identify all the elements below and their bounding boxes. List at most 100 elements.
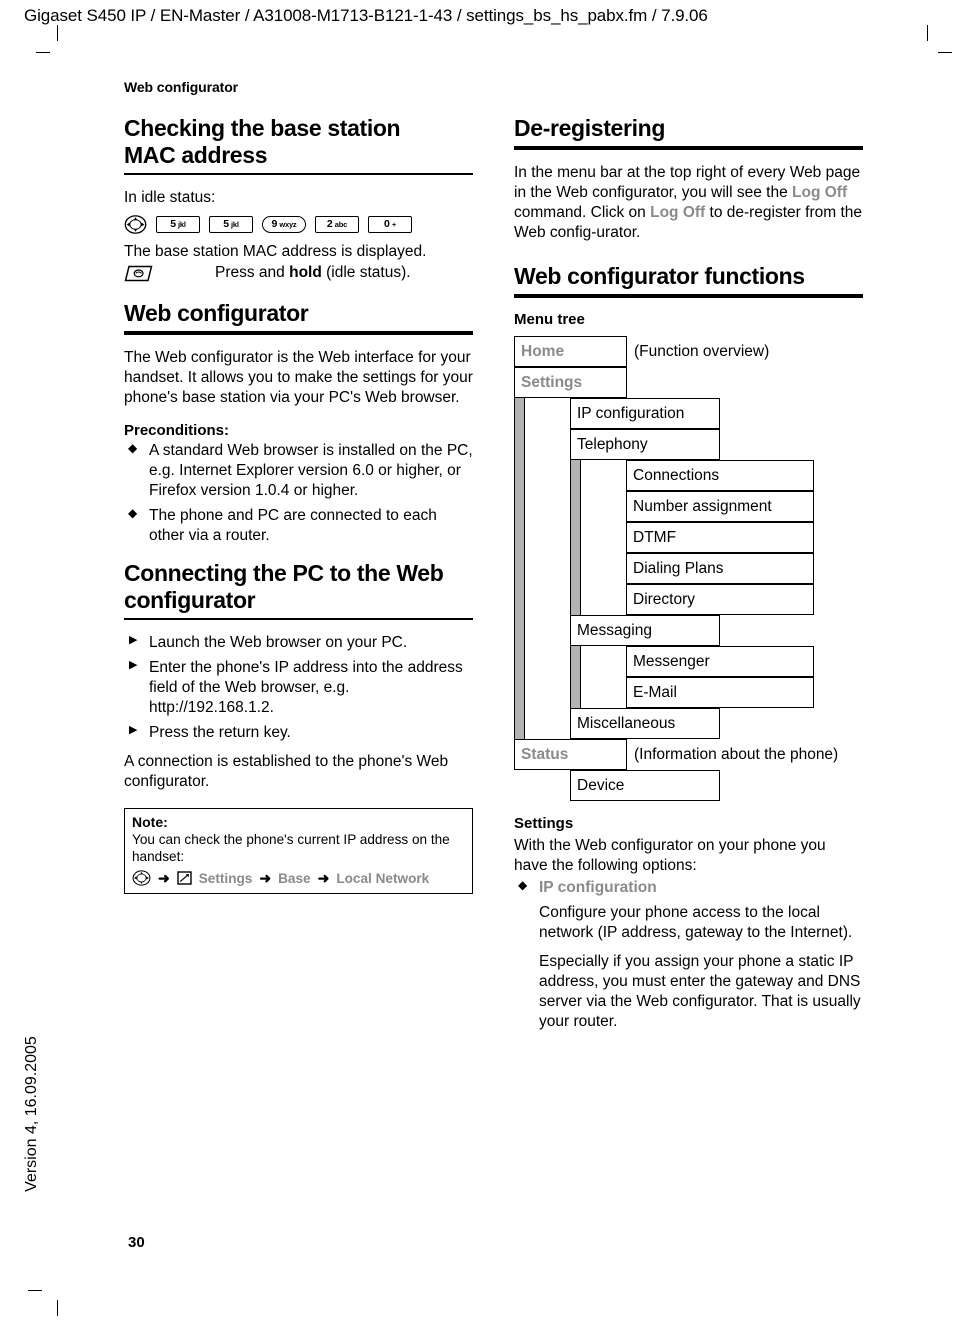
right-arrow-icon: ➜ bbox=[317, 869, 330, 886]
heading-rule bbox=[124, 173, 473, 176]
menu-tree-row: Home (Function overview) bbox=[514, 336, 863, 368]
tree-indent-bar bbox=[570, 522, 581, 554]
menu-tree-row: Settings bbox=[514, 367, 863, 399]
tree-indent-bar bbox=[514, 646, 525, 678]
press-text: Press and hold (idle status). bbox=[215, 264, 411, 282]
tree-indent-bar bbox=[514, 584, 525, 616]
connection-established-paragraph: A connection is established to the phone… bbox=[124, 753, 449, 791]
ip-configuration-term: IP configuration bbox=[539, 879, 657, 897]
list-item: A standard Web browser is installed on t… bbox=[124, 441, 473, 501]
menu-tree-row: Messenger bbox=[514, 646, 863, 678]
menu-tree-item-home[interactable]: Home bbox=[514, 336, 627, 368]
crop-mark-top-right-vertical bbox=[927, 25, 928, 41]
preconditions-list: A standard Web browser is installed on t… bbox=[124, 441, 473, 546]
tree-indent-bar bbox=[570, 553, 581, 585]
menu-tree-item-device[interactable]: Device bbox=[570, 770, 720, 802]
list-item: Launch the Web browser on your PC. bbox=[124, 633, 473, 653]
key-5-jkl-a: 5 jkl bbox=[156, 215, 200, 233]
list-item: The phone and PC are connected to each o… bbox=[124, 506, 473, 546]
menu-tree-row: Directory bbox=[514, 584, 863, 616]
crop-mark-top-left-vertical bbox=[57, 25, 58, 41]
tree-indent-bar bbox=[570, 646, 581, 678]
list-item: IP configuration bbox=[514, 878, 863, 898]
key-9-wxyz: 9 wxyz bbox=[262, 215, 306, 233]
heading-rule-thick bbox=[514, 294, 863, 299]
tree-indent-bar bbox=[570, 677, 581, 709]
menu-tree-item-dialing-plans[interactable]: Dialing Plans bbox=[626, 553, 814, 585]
connect-steps-list: Launch the Web browser on your PC. Enter… bbox=[124, 633, 473, 743]
tree-indent-bar bbox=[514, 677, 525, 709]
menu-tree-item-settings[interactable]: Settings bbox=[514, 367, 627, 399]
menu-tree-item-directory[interactable]: Directory bbox=[626, 584, 814, 616]
tree-indent-bar bbox=[570, 584, 581, 616]
heading-web-configurator-functions: Web configurator functions bbox=[514, 263, 805, 290]
tree-indent-bar bbox=[570, 460, 581, 492]
running-head: Web configurator bbox=[124, 79, 239, 95]
menu-tree-item-number-assignment[interactable]: Number assignment bbox=[626, 491, 814, 523]
menu-tree-item-miscellaneous[interactable]: Miscellaneous bbox=[570, 708, 720, 740]
heading-line-2: configurator bbox=[124, 587, 256, 614]
heading-line-2: MAC address bbox=[124, 142, 268, 169]
settings-heading: Settings bbox=[514, 815, 574, 833]
log-off-term-1: Log Off bbox=[792, 184, 848, 202]
tree-indent-bar bbox=[514, 491, 525, 523]
menu-tree-row: Device bbox=[514, 770, 863, 802]
heading-rule bbox=[124, 618, 473, 621]
menu-tree-row: E-Mail bbox=[514, 677, 863, 709]
tree-indent-bar bbox=[514, 522, 525, 554]
de-registering-paragraph: In the menu bar at the top right of ever… bbox=[514, 163, 863, 243]
menu-tree-item-messenger[interactable]: Messenger bbox=[626, 646, 814, 678]
menu-tree-item-status[interactable]: Status bbox=[514, 739, 627, 771]
menu-tree-row: IP configuration bbox=[514, 398, 863, 430]
menu-tree-item-connections[interactable]: Connections bbox=[626, 460, 814, 492]
idle-status-text: In idle status: bbox=[124, 189, 216, 207]
heading-line-1: Connecting the PC to the Web bbox=[124, 560, 444, 587]
menu-tree-item-dtmf[interactable]: DTMF bbox=[626, 522, 814, 554]
tree-indent-bar bbox=[514, 398, 525, 430]
note-text: You can check the phone's current IP add… bbox=[132, 832, 450, 865]
path-local-network: Local Network bbox=[336, 870, 430, 886]
menu-tree-row: Messaging bbox=[514, 615, 863, 647]
tree-indent-bar bbox=[514, 708, 525, 740]
list-item: Enter the phone's IP address into the ad… bbox=[124, 658, 473, 718]
menu-tree-row: Telephony bbox=[514, 429, 863, 461]
heading-web-configurator: Web configurator bbox=[124, 300, 309, 327]
key-2-abc: 2 abc bbox=[315, 215, 359, 233]
key-5-jkl-b: 5 jkl bbox=[209, 215, 253, 233]
menu-tree-item-e-mail[interactable]: E-Mail bbox=[626, 677, 814, 709]
menu-tree-item-ip-configuration[interactable]: IP configuration bbox=[570, 398, 720, 430]
preconditions-heading: Preconditions: bbox=[124, 422, 230, 440]
hangup-key-icon bbox=[124, 265, 153, 282]
heading-de-registering: De-registering bbox=[514, 115, 666, 141]
left-column: Checking the base station MAC address In… bbox=[124, 115, 473, 894]
version-note: Version 4, 16.09.2005 bbox=[23, 1036, 40, 1192]
tree-indent-bar bbox=[514, 429, 525, 461]
para-part-2: command. Click on bbox=[514, 204, 651, 222]
menu-tree-annotation: (Function overview) bbox=[634, 343, 770, 361]
tree-indent-bar bbox=[514, 615, 525, 647]
menu-tree-item-messaging[interactable]: Messaging bbox=[570, 615, 720, 647]
menu-tree-row: Dialing Plans bbox=[514, 553, 863, 585]
list-item: Press the return key. bbox=[124, 723, 473, 743]
document-header-line: Gigaset S450 IP / EN-Master / A31008-M17… bbox=[24, 6, 708, 25]
crop-mark-bottom-left-vertical bbox=[57, 1300, 58, 1316]
menu-tree-row: Number assignment bbox=[514, 491, 863, 523]
menu-tree-row: Connections bbox=[514, 460, 863, 492]
settings-intro-paragraph: With the Web configurator on your phone … bbox=[514, 837, 826, 875]
path-settings: Settings bbox=[198, 870, 253, 886]
path-base: Base bbox=[278, 870, 311, 886]
heading-checking-mac-address: Checking the base station MAC address bbox=[124, 115, 473, 169]
control-key-icon bbox=[124, 214, 147, 234]
crop-mark-top-left-horizontal bbox=[36, 52, 50, 53]
key-0-plus: 0 + bbox=[368, 215, 412, 233]
menu-tree-row: DTMF bbox=[514, 522, 863, 554]
menu-tree-row: Miscellaneous bbox=[514, 708, 863, 740]
tree-indent-bar bbox=[570, 491, 581, 523]
log-off-term-2: Log Off bbox=[650, 204, 706, 222]
key-sequence: 5 jkl 5 jkl 9 wxyz 2 abc 0 + bbox=[124, 214, 473, 234]
settings-options-list: IP configuration bbox=[514, 878, 863, 898]
menu-tree-item-telephony[interactable]: Telephony bbox=[570, 429, 720, 461]
press-and-hold-line: Press and hold (idle status). bbox=[124, 264, 473, 282]
crop-mark-bottom-left-horizontal bbox=[28, 1290, 42, 1291]
tree-indent-bar bbox=[514, 553, 525, 585]
